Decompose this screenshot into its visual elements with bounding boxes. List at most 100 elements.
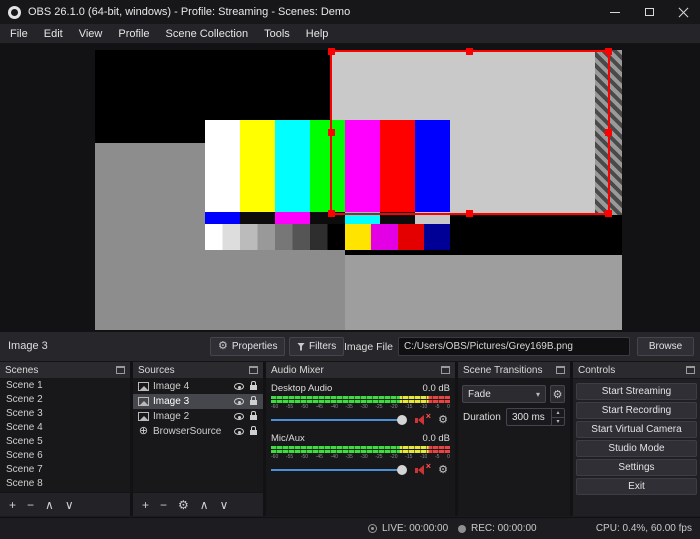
- dock-float-icon[interactable]: [556, 366, 565, 374]
- window-controls: [598, 0, 700, 24]
- source-list-item[interactable]: Image 3: [133, 394, 263, 409]
- volume-slider[interactable]: [271, 412, 408, 428]
- meter-scale-label: -60: [271, 454, 279, 460]
- source-list-item[interactable]: Image 4: [133, 379, 263, 394]
- start-recording-button[interactable]: Start Recording: [576, 402, 697, 419]
- selection-handle[interactable]: [328, 48, 335, 55]
- visibility-eye-icon[interactable]: [234, 398, 244, 405]
- meter-scale-label: -35: [345, 404, 353, 410]
- volume-slider-thumb[interactable]: [397, 415, 407, 425]
- preview-canvas[interactable]: [95, 48, 622, 330]
- volume-meter: [271, 396, 450, 399]
- visibility-eye-icon[interactable]: [234, 428, 244, 435]
- controls-dock-title: Controls: [578, 364, 616, 376]
- menu-profile[interactable]: Profile: [110, 24, 157, 44]
- menu-tools[interactable]: Tools: [256, 24, 298, 44]
- selection-handle[interactable]: [466, 210, 473, 217]
- minimize-button[interactable]: [598, 0, 632, 24]
- lock-icon[interactable]: [250, 396, 257, 405]
- meter-scale-label: -45: [315, 404, 323, 410]
- menu-scene-collection[interactable]: Scene Collection: [158, 24, 257, 44]
- duration-spinbox[interactable]: 300 ms ▴ ▾: [506, 408, 565, 426]
- move-scene-up-icon[interactable]: ∧: [45, 499, 54, 511]
- source-image-bottom-right[interactable]: [345, 255, 622, 330]
- browser-source-globe-icon: ⊕: [138, 425, 149, 437]
- add-scene-icon[interactable]: +: [9, 499, 16, 511]
- start-streaming-button[interactable]: Start Streaming: [576, 383, 697, 400]
- menu-help[interactable]: Help: [298, 24, 337, 44]
- spin-up-icon[interactable]: ▴: [552, 409, 564, 418]
- volume-slider[interactable]: [271, 462, 408, 478]
- channel-level: 0.0 dB: [422, 383, 450, 394]
- mixer-channel-desktop-audio: Desktop Audio 0.0 dB -60 -55 -50 -45 -40 -35-…: [271, 382, 450, 428]
- dock-float-icon[interactable]: [249, 366, 258, 374]
- lock-icon[interactable]: [250, 381, 257, 390]
- dock-float-icon[interactable]: [686, 366, 695, 374]
- start-virtual-camera-button[interactable]: Start Virtual Camera: [576, 421, 697, 438]
- transition-properties-button[interactable]: ⚙: [550, 385, 565, 403]
- channel-gear-icon[interactable]: ⚙: [436, 464, 450, 476]
- exit-button[interactable]: Exit: [576, 478, 697, 495]
- mute-speaker-icon[interactable]: ×: [415, 461, 431, 476]
- remove-source-icon[interactable]: −: [160, 499, 167, 511]
- selection-handle[interactable]: [605, 210, 612, 217]
- menu-file[interactable]: File: [2, 24, 36, 44]
- selection-handle[interactable]: [605, 48, 612, 55]
- source-list-item[interactable]: Image 2: [133, 409, 263, 424]
- scene-list-item[interactable]: Scene 8: [0, 477, 130, 491]
- mute-cross-icon: ×: [425, 461, 431, 471]
- selection-handle[interactable]: [328, 210, 335, 217]
- scene-list-item[interactable]: Scene 4: [0, 421, 130, 435]
- channel-gear-icon[interactable]: ⚙: [436, 414, 450, 426]
- source-properties-gear-icon[interactable]: ⚙: [178, 499, 189, 511]
- move-scene-down-icon[interactable]: ∨: [65, 499, 74, 511]
- scene-list-item[interactable]: Scene 5: [0, 435, 130, 449]
- source-list-item[interactable]: ⊕ BrowserSource: [133, 424, 263, 439]
- remove-scene-icon[interactable]: −: [27, 499, 34, 511]
- dock-float-icon[interactable]: [116, 366, 125, 374]
- properties-button[interactable]: ⚙ Properties: [210, 337, 286, 356]
- maximize-button[interactable]: [632, 0, 666, 24]
- studio-mode-button[interactable]: Studio Mode: [576, 440, 697, 457]
- scenes-dock-header: Scenes: [0, 362, 130, 379]
- lock-icon[interactable]: [250, 426, 257, 435]
- selection-handle[interactable]: [605, 128, 612, 136]
- selection-handle[interactable]: [466, 48, 473, 55]
- scenes-dock-body: Scene 1 Scene 2 Scene 3 Scene 4 Scene 5 …: [0, 379, 130, 516]
- sources-dock-body: Image 4 Image 3 Image 2 ⊕ BrowserSource …: [133, 379, 263, 516]
- lock-icon[interactable]: [250, 411, 257, 420]
- audio-mixer-dock: Audio Mixer Desktop Audio 0.0 dB -60 -55-…: [266, 362, 455, 516]
- selection-handle[interactable]: [328, 128, 335, 136]
- close-button[interactable]: [666, 0, 700, 24]
- browse-button[interactable]: Browse: [637, 337, 694, 356]
- scene-list-item[interactable]: Scene 3: [0, 407, 130, 421]
- visibility-eye-icon[interactable]: [234, 383, 244, 390]
- add-source-icon[interactable]: +: [142, 499, 149, 511]
- scene-list-item[interactable]: Scene 1: [0, 379, 130, 393]
- scene-list-item[interactable]: Scene 2: [0, 393, 130, 407]
- minimize-icon: [610, 11, 620, 13]
- menu-edit[interactable]: Edit: [36, 24, 71, 44]
- dock-float-icon[interactable]: [441, 366, 450, 374]
- volume-meter: [271, 446, 450, 449]
- spin-down-icon[interactable]: ▾: [552, 418, 564, 426]
- move-source-down-icon[interactable]: ∨: [220, 499, 229, 511]
- settings-button[interactable]: Settings: [576, 459, 697, 476]
- transition-select[interactable]: Fade ▾: [462, 385, 546, 403]
- sources-dock-header: Sources: [133, 362, 263, 379]
- move-source-up-icon[interactable]: ∧: [200, 499, 209, 511]
- filters-icon: [297, 342, 305, 351]
- scene-list-item[interactable]: Scene 7: [0, 463, 130, 477]
- source-name: Image 2: [153, 411, 190, 422]
- volume-slider-thumb[interactable]: [397, 465, 407, 475]
- scene-list-item[interactable]: Scene 6: [0, 449, 130, 463]
- mute-speaker-icon[interactable]: ×: [415, 411, 431, 426]
- source-toolbar: Image 3 ⚙ Properties Filters Image File …: [0, 332, 700, 362]
- visibility-eye-icon[interactable]: [234, 413, 244, 420]
- mute-cross-icon: ×: [425, 411, 431, 421]
- menu-view[interactable]: View: [71, 24, 111, 44]
- rec-time: REC: 00:00:00: [471, 523, 537, 534]
- image-file-input[interactable]: [398, 337, 630, 356]
- meter-scale-label: -40: [330, 454, 338, 460]
- filters-button[interactable]: Filters: [289, 337, 345, 356]
